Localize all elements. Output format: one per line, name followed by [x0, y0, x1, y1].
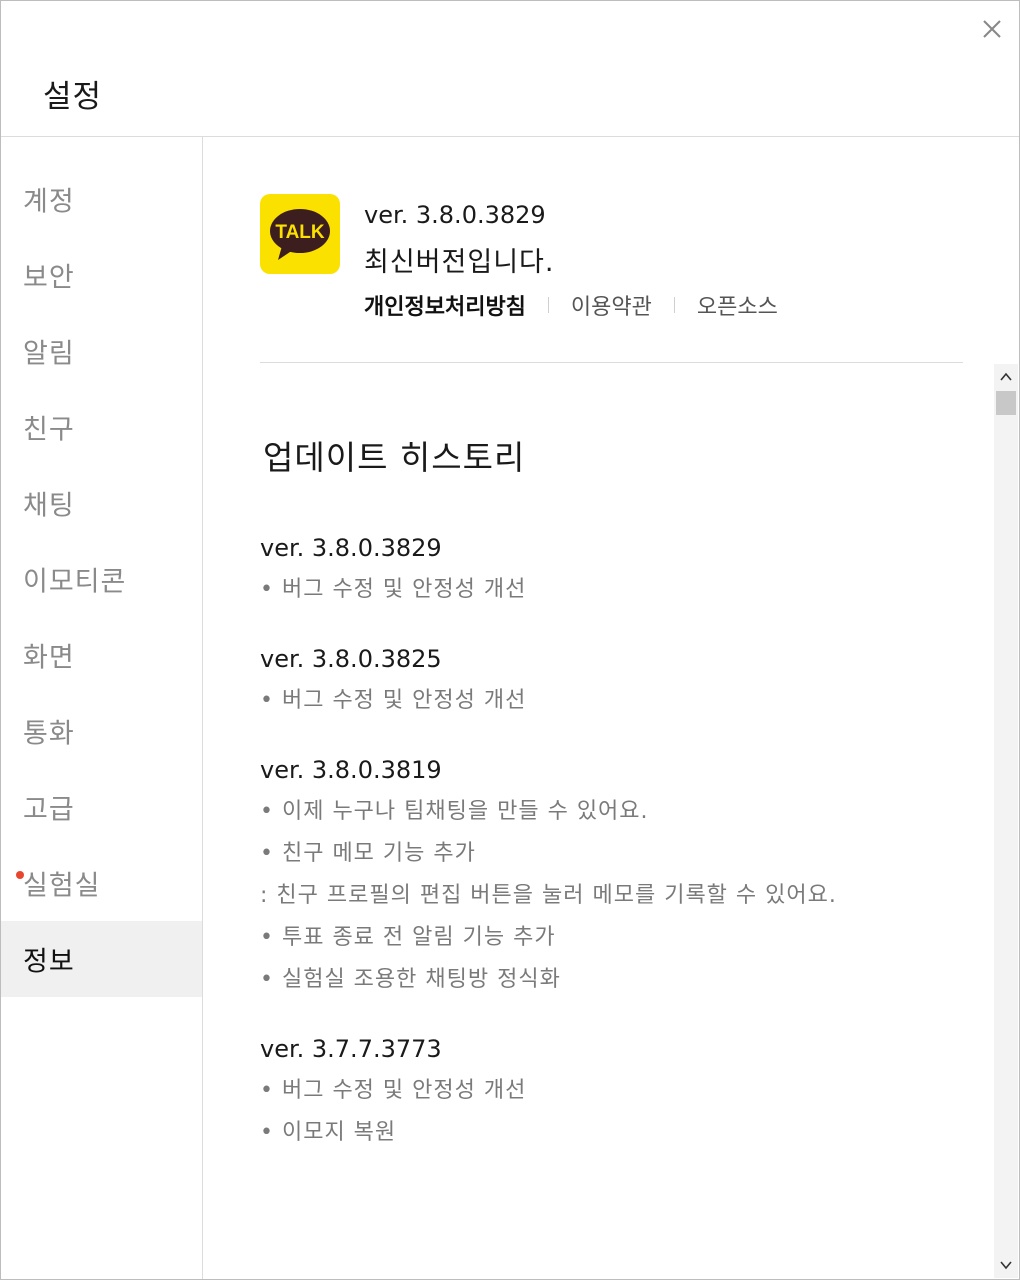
- sidebar-item-info[interactable]: 정보: [1, 921, 202, 997]
- legal-links: 개인정보처리방침 이용약관 오픈소스: [364, 289, 778, 321]
- chevron-down-icon: [1000, 1261, 1012, 1270]
- scroll-down-button[interactable]: [994, 1252, 1018, 1278]
- header: 설정: [1, 1, 1019, 137]
- sidebar-item-label: 실험실: [23, 870, 101, 902]
- sidebar-item-label: 알림: [23, 338, 75, 370]
- terms-link[interactable]: 이용약관: [571, 289, 652, 321]
- history-entry: ver. 3.8.0.3825 • 버그 수정 및 안정성 개선: [260, 644, 990, 728]
- logo-text: TALK: [275, 222, 325, 243]
- current-version: ver. 3.8.0.3829: [364, 201, 546, 229]
- entry-note: • 버그 수정 및 안정성 개선: [260, 1078, 527, 1103]
- chevron-up-icon: [1000, 372, 1012, 381]
- entry-version: ver. 3.8.0.3819: [260, 756, 442, 784]
- entry-note: • 이모지 복원: [260, 1120, 397, 1145]
- sidebar-item-label: 고급: [23, 794, 75, 826]
- history-entries: ver. 3.8.0.3829 • 버그 수정 및 안정성 개선 ver. 3.…: [260, 533, 990, 1187]
- sidebar-item-label: 화면: [23, 642, 75, 674]
- sidebar-item-label: 보안: [23, 262, 75, 294]
- sidebar-item-calls[interactable]: 통화: [1, 693, 202, 769]
- sidebar-item-emoticons[interactable]: 이모티콘: [1, 541, 202, 617]
- sidebar-item-security[interactable]: 보안: [1, 237, 202, 313]
- sidebar-item-label: 정보: [23, 946, 75, 978]
- sidebar-item-label: 이모티콘: [23, 566, 127, 598]
- entry-note: • 버그 수정 및 안정성 개선: [260, 577, 527, 602]
- scroll-up-button[interactable]: [994, 364, 1018, 390]
- entry-note: • 버그 수정 및 안정성 개선: [260, 688, 527, 713]
- entry-version: ver. 3.7.7.3773: [260, 1035, 442, 1063]
- sidebar-item-account[interactable]: 계정: [1, 161, 202, 237]
- talk-bubble-icon: TALK: [270, 209, 330, 260]
- link-separator: [547, 297, 549, 313]
- sidebar-item-label: 계정: [23, 186, 75, 218]
- entry-note: • 친구 메모 기능 추가: [260, 841, 476, 866]
- sidebar-item-notifications[interactable]: 알림: [1, 313, 202, 389]
- entry-note: • 투표 종료 전 알림 기능 추가: [260, 925, 556, 950]
- scroll-thumb[interactable]: [996, 391, 1016, 415]
- history-entry: ver. 3.8.0.3829 • 버그 수정 및 안정성 개선: [260, 533, 990, 617]
- window-title: 설정: [43, 79, 103, 115]
- entry-version: ver. 3.8.0.3825: [260, 645, 442, 673]
- entry-note: • 이제 누구나 팀채팅을 만들 수 있어요.: [260, 799, 649, 824]
- sidebar-item-labs[interactable]: 실험실: [1, 845, 202, 921]
- close-icon: [983, 20, 1001, 38]
- sidebar: 계정 보안 알림 친구 채팅 이모티콘 화면 통화 고급 실험실 정보: [1, 137, 203, 1279]
- kakaotalk-logo: TALK: [260, 194, 340, 274]
- sidebar-item-chats[interactable]: 채팅: [1, 465, 202, 541]
- scrollbar[interactable]: [994, 364, 1018, 1278]
- history-entry: ver. 3.8.0.3819 • 이제 누구나 팀채팅을 만들 수 있어요. …: [260, 755, 990, 1007]
- sidebar-item-label: 채팅: [23, 490, 75, 522]
- info-panel: TALK ver. 3.8.0.3829 최신버전입니다. 개인정보처리방침 이…: [203, 137, 1019, 1279]
- entry-note: : 친구 프로필의 편집 버튼을 눌러 메모를 기록할 수 있어요.: [260, 883, 837, 908]
- open-source-link[interactable]: 오픈소스: [697, 289, 778, 321]
- sidebar-item-advanced[interactable]: 고급: [1, 769, 202, 845]
- close-button[interactable]: [976, 13, 1008, 45]
- entry-note: • 실험실 조용한 채팅방 정식화: [260, 967, 561, 992]
- version-status: 최신버전입니다.: [364, 247, 555, 278]
- link-separator: [673, 297, 675, 313]
- sidebar-item-label: 친구: [23, 414, 75, 446]
- update-history: 업데이트 히스토리 ver. 3.8.0.3829 • 버그 수정 및 안정성 …: [260, 363, 990, 1279]
- sidebar-item-label: 통화: [23, 718, 75, 750]
- settings-window: 설정 계정 보안 알림 친구 채팅 이모티콘 화면 통화 고급 실험실 정보 T…: [0, 0, 1020, 1280]
- history-entry: ver. 3.7.7.3773 • 버그 수정 및 안정성 개선 • 이모지 복…: [260, 1034, 990, 1160]
- privacy-policy-link[interactable]: 개인정보처리방침: [364, 289, 526, 321]
- entry-version: ver. 3.8.0.3829: [260, 534, 442, 562]
- history-title: 업데이트 히스토리: [263, 438, 526, 477]
- sidebar-item-friends[interactable]: 친구: [1, 389, 202, 465]
- sidebar-item-display[interactable]: 화면: [1, 617, 202, 693]
